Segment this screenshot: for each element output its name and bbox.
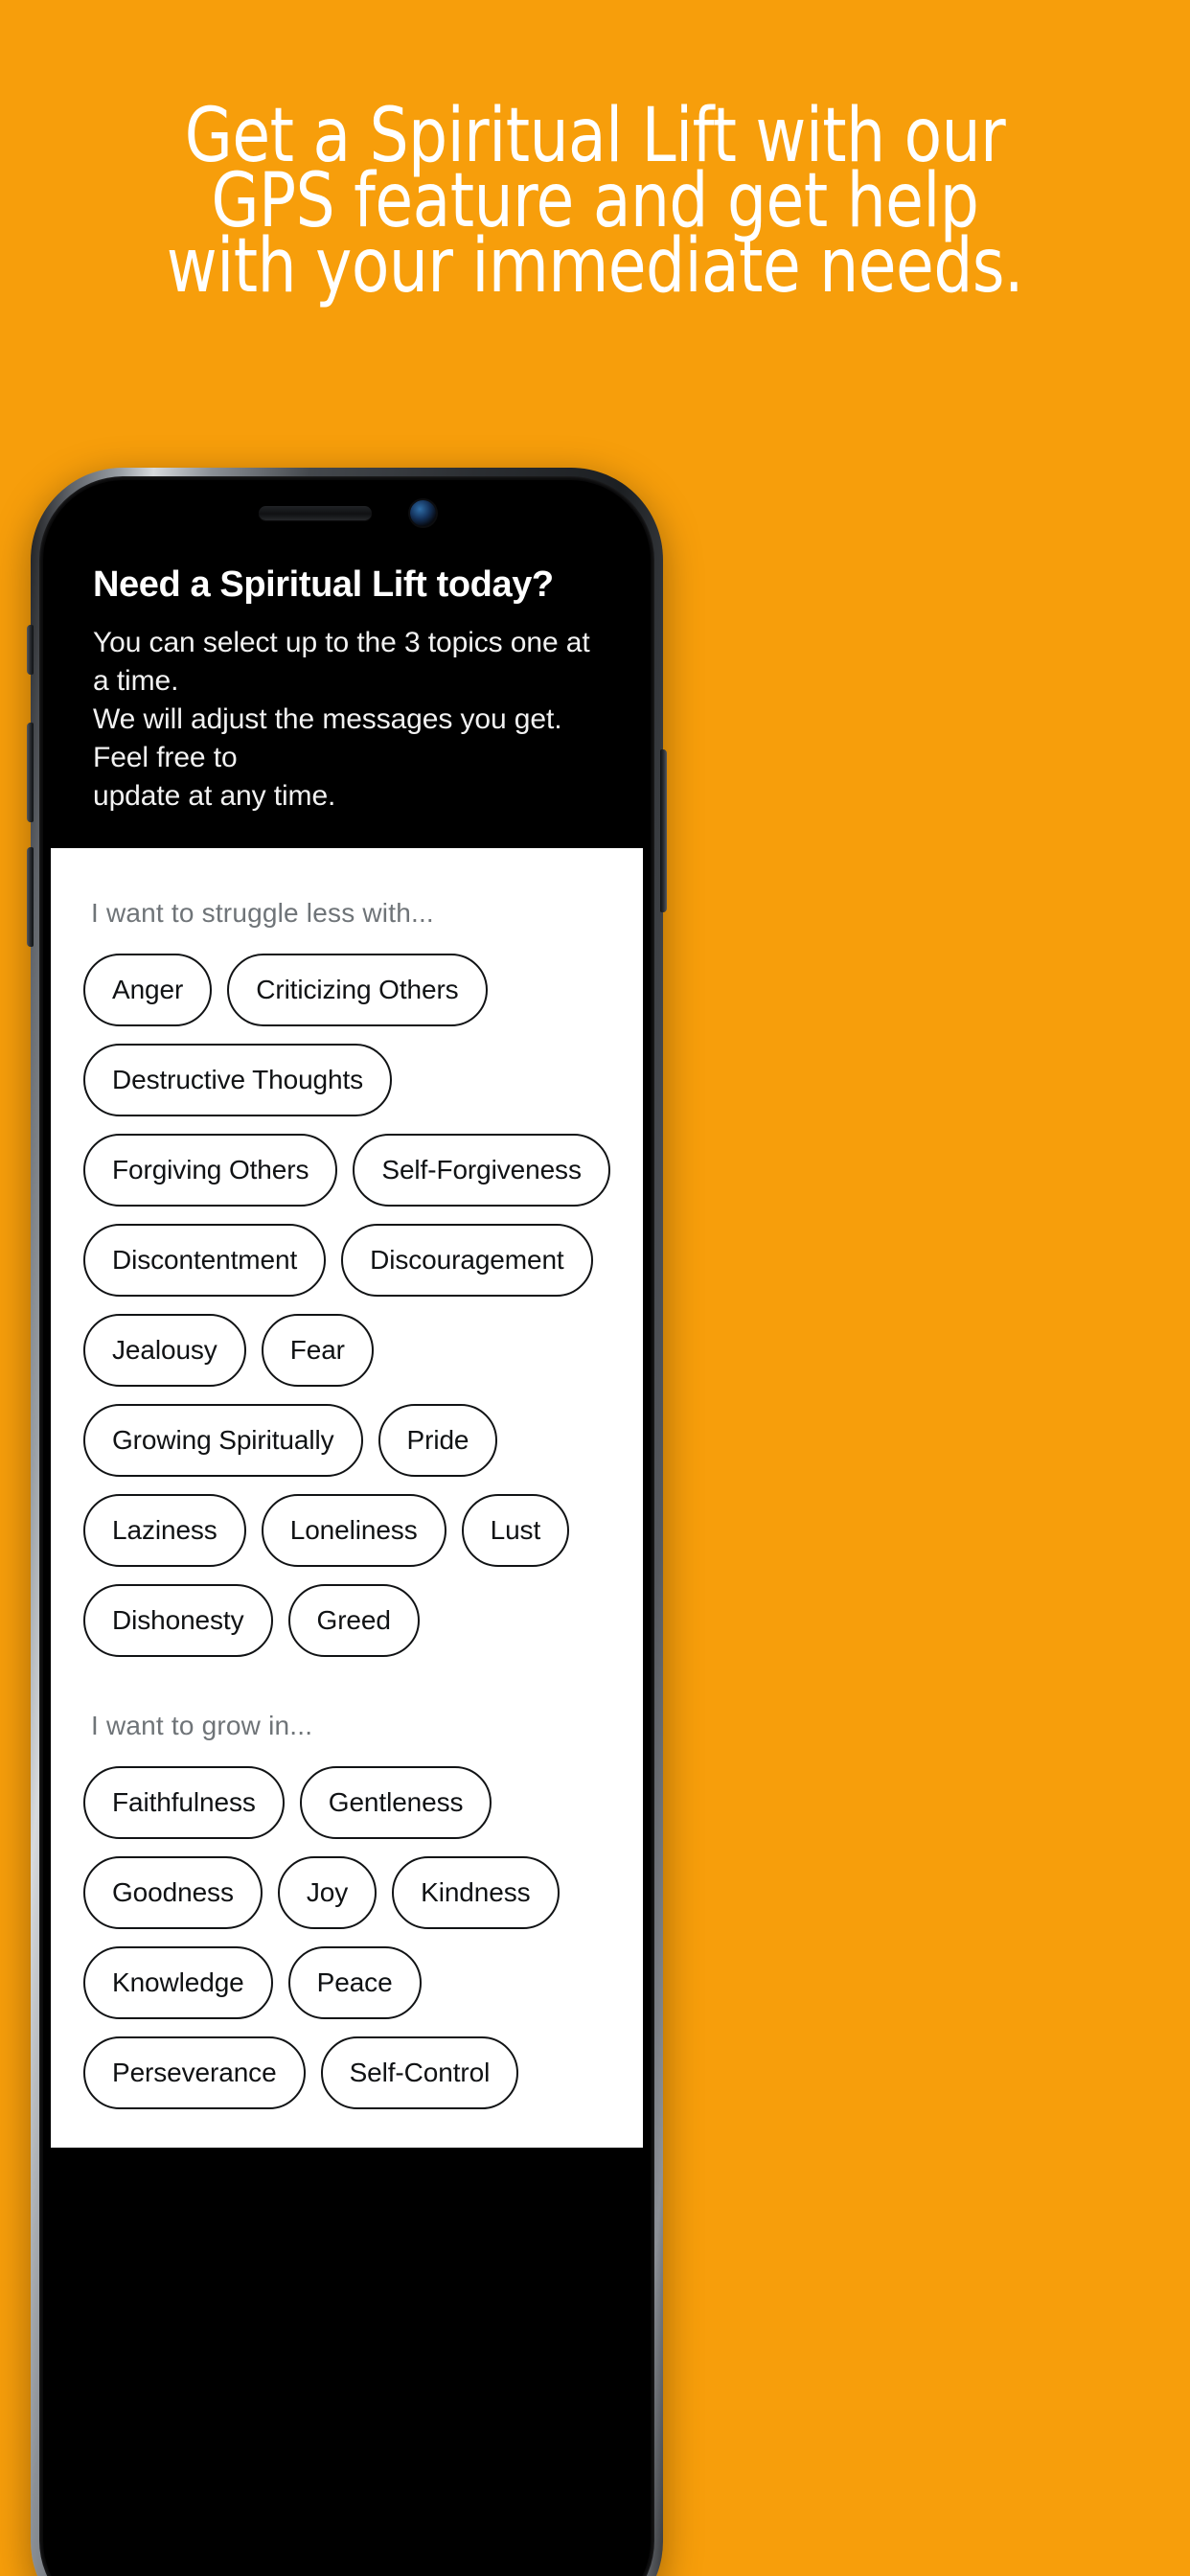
topic-chip[interactable]: Self-Forgiveness bbox=[353, 1134, 610, 1207]
virtue-chip[interactable]: Knowledge bbox=[83, 1946, 273, 2019]
app-subtitle-line-2: We will adjust the messages you get. Fee… bbox=[93, 703, 562, 773]
virtue-chip[interactable]: Gentleness bbox=[299, 1766, 492, 1839]
section-label-struggle: I want to struggle less with... bbox=[91, 898, 434, 928]
topic-chip[interactable]: Forgiving Others bbox=[83, 1134, 338, 1207]
silent-switch-button[interactable] bbox=[27, 625, 34, 675]
virtue-chip[interactable]: Self-Control bbox=[320, 2036, 519, 2109]
volume-up-button[interactable] bbox=[27, 723, 34, 822]
topic-chip[interactable]: Loneliness bbox=[261, 1494, 446, 1567]
topic-chip[interactable]: Destructive Thoughts bbox=[83, 1044, 393, 1116]
topic-chip[interactable]: Growing Spiritually bbox=[83, 1404, 363, 1477]
topic-chip[interactable]: Fear bbox=[261, 1314, 374, 1387]
virtue-chip[interactable]: Faithfulness bbox=[83, 1766, 285, 1839]
topic-chip[interactable]: Discouragement bbox=[341, 1224, 593, 1297]
app-header: Need a Spiritual Lift today? You can sel… bbox=[51, 488, 643, 848]
topic-chip[interactable]: Jealousy bbox=[83, 1314, 246, 1387]
virtue-chip[interactable]: Peace bbox=[287, 1946, 422, 2019]
topic-chip[interactable]: Lust bbox=[461, 1494, 570, 1567]
virtue-chip[interactable]: Joy bbox=[277, 1856, 378, 1929]
app-subtitle-line-3: update at any time. bbox=[93, 780, 336, 812]
topic-selection-panel: I want to struggle less with... Anger Cri… bbox=[51, 848, 643, 2148]
app-subtitle-line-1: You can select up to the 3 topics one at… bbox=[93, 627, 590, 697]
topic-chip[interactable]: Dishonesty bbox=[83, 1584, 273, 1657]
promo-headline: Get a Spiritual Lift with our GPS featur… bbox=[48, 99, 1143, 310]
phone-mockup: Need a Spiritual Lift today? You can sel… bbox=[27, 468, 667, 2576]
front-camera-icon bbox=[409, 499, 436, 526]
topic-chip[interactable]: Pride bbox=[378, 1404, 498, 1477]
phone-notch bbox=[195, 488, 498, 538]
topic-chip[interactable]: Greed bbox=[287, 1584, 420, 1657]
topic-chip[interactable]: Laziness bbox=[83, 1494, 246, 1567]
virtue-chip[interactable]: Perseverance bbox=[83, 2036, 306, 2109]
app-title: Need a Spiritual Lift today? bbox=[93, 564, 554, 605]
earpiece-speaker-icon bbox=[258, 505, 372, 520]
topic-chip[interactable]: Criticizing Others bbox=[227, 954, 488, 1026]
chip-group-grow: Faithfulness Gentleness Goodness Joy Kindnes… bbox=[83, 1766, 610, 2109]
power-button[interactable] bbox=[660, 749, 667, 912]
topic-chip[interactable]: Anger bbox=[83, 954, 213, 1026]
app-subtitle: You can select up to the 3 topics one at… bbox=[93, 624, 601, 816]
phone-screen: Need a Spiritual Lift today? You can sel… bbox=[51, 488, 643, 2576]
section-label-grow: I want to grow in... bbox=[91, 1711, 313, 1740]
headline-line-3: with your immediate needs. bbox=[166, 223, 1024, 310]
topic-chip[interactable]: Discontentment bbox=[83, 1224, 327, 1297]
virtue-chip[interactable]: Goodness bbox=[83, 1856, 263, 1929]
virtue-chip[interactable]: Kindness bbox=[392, 1856, 560, 1929]
chip-group-struggle: Anger Criticizing Others Destructive Thoug… bbox=[83, 954, 610, 1657]
volume-down-button[interactable] bbox=[27, 847, 34, 947]
